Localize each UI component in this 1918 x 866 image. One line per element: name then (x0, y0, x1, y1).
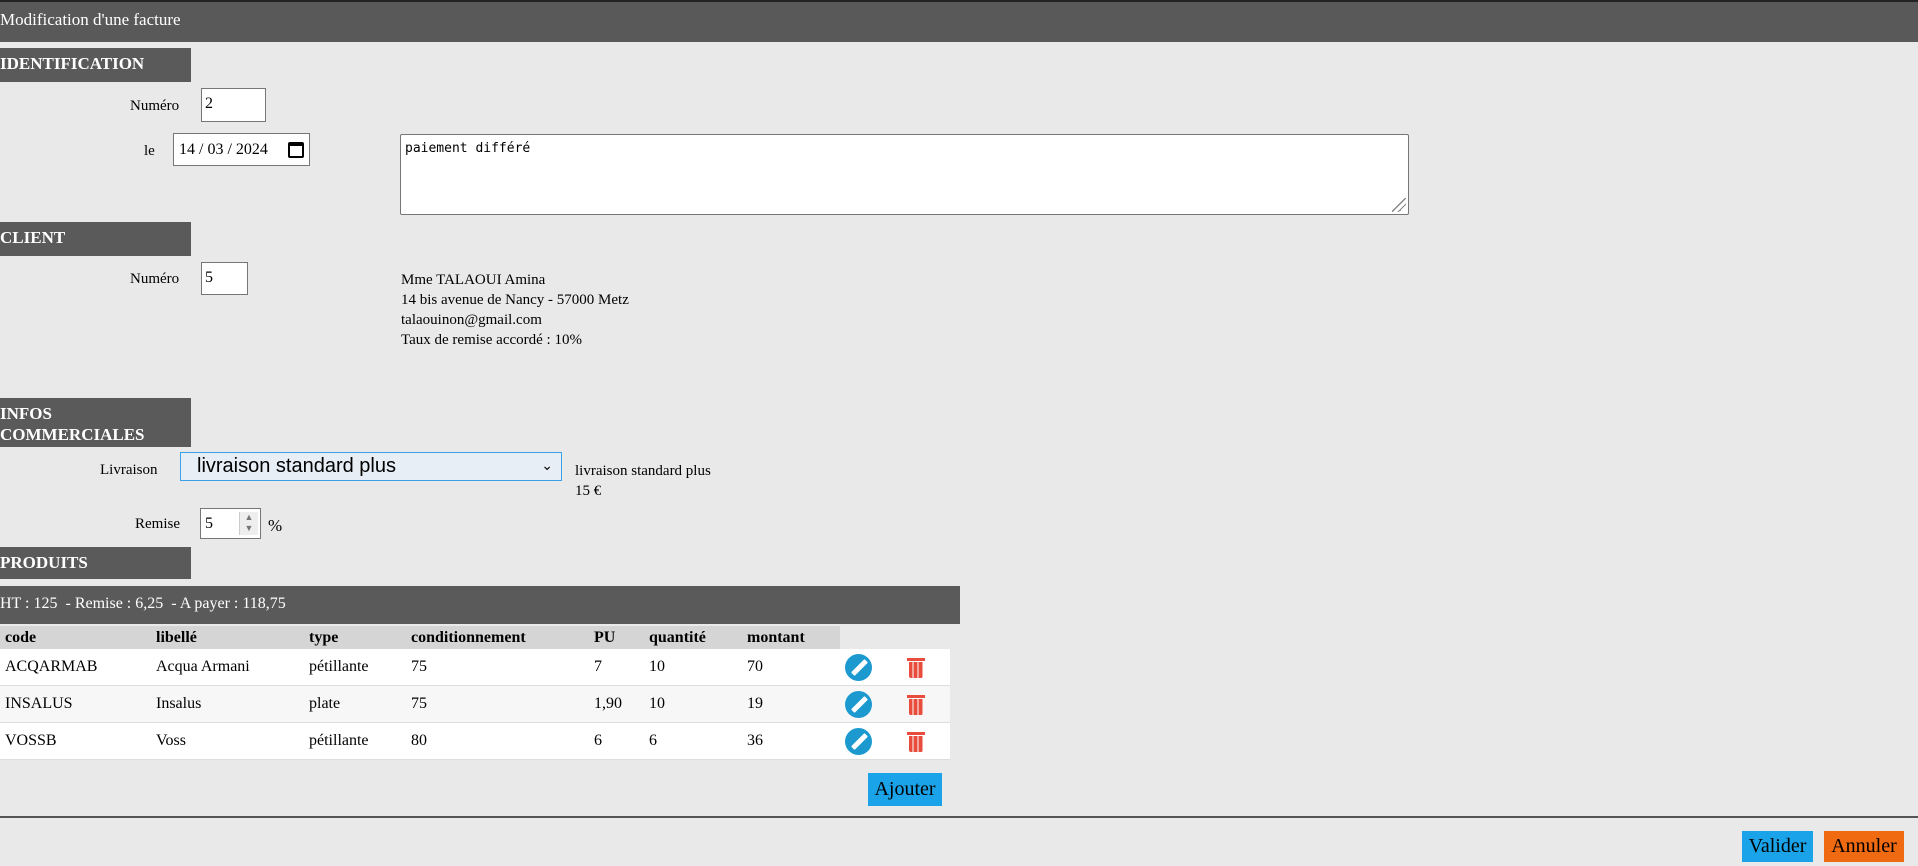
cell-packaging: 75 (406, 685, 589, 723)
table-row: INSALUS Insalus plate 75 1,90 10 19 (0, 685, 950, 723)
invoice-number-input[interactable]: 2 (201, 88, 266, 122)
column-header-edit (840, 626, 902, 649)
invoice-summary-bar: HT : 125 - Remise : 6,25 - A payer : 118… (0, 586, 960, 624)
section-header-identification: IDENTIFICATION (0, 48, 191, 82)
client-discount-rate: Taux de remise accordé : 10% (401, 332, 582, 348)
cell-packaging: 75 (406, 649, 589, 686)
trash-icon[interactable] (907, 729, 925, 753)
discount-input[interactable]: 5 ▲ ▼ (200, 508, 261, 539)
column-header-code: code (0, 626, 151, 649)
cell-type: pétillante (304, 649, 406, 686)
comment-textarea[interactable]: paiement différé (400, 134, 1409, 215)
column-header-label: libellé (151, 626, 304, 649)
cell-type: plate (304, 685, 406, 723)
pencil-icon[interactable] (845, 653, 872, 681)
page-title: Modification d'une facture (0, 10, 181, 29)
date-value: 14 / 03 / 2024 (179, 140, 268, 158)
calendar-icon[interactable] (288, 141, 304, 158)
column-header-type: type (304, 626, 406, 649)
spinner-arrows-icon[interactable]: ▲ ▼ (239, 512, 258, 535)
cell-edit (840, 685, 902, 723)
cell-quantity: 10 (644, 685, 742, 723)
cell-delete (902, 722, 950, 760)
section-header-client: CLIENT (0, 222, 191, 256)
cell-edit (840, 722, 902, 760)
cell-unit-price: 6 (589, 722, 644, 760)
cell-unit-price: 7 (589, 649, 644, 686)
title-bar: Modification d'une facture (0, 2, 1918, 42)
products-table: code libellé type conditionnement PU qua… (0, 626, 950, 760)
section-header-infos-commerciales: INFOS COMMERCIALES (0, 398, 191, 447)
client-name: Mme TALAOUI Amina (401, 272, 546, 288)
cell-amount: 70 (742, 649, 840, 686)
cell-unit-price: 1,90 (589, 685, 644, 723)
cell-label: Acqua Armani (151, 649, 304, 686)
client-number-input[interactable]: 5 (201, 262, 248, 295)
client-number-label: Numéro (130, 271, 180, 287)
column-header-quantity: quantité (644, 626, 742, 649)
cell-quantity: 6 (644, 722, 742, 760)
cell-amount: 36 (742, 722, 840, 760)
cell-quantity: 10 (644, 649, 742, 686)
cell-delete (902, 685, 950, 723)
column-header-delete (902, 626, 950, 649)
add-product-button[interactable]: Ajouter (868, 773, 942, 806)
cell-amount: 19 (742, 685, 840, 723)
table-row: VOSSB Voss pétillante 80 6 6 36 (0, 722, 950, 760)
cell-code: ACQARMAB (0, 649, 151, 686)
invoice-number-label: Numéro (130, 98, 180, 114)
comment-text: paiement différé (405, 141, 531, 156)
column-header-packaging: conditionnement (406, 626, 589, 649)
discount-label: Remise (135, 516, 180, 532)
client-address: 14 bis avenue de Nancy - 57000 Metz (401, 292, 629, 308)
client-details: Mme TALAOUI Amina 14 bis avenue de Nancy… (401, 270, 629, 350)
column-header-unit-price: PU (589, 626, 644, 649)
discount-unit: % (268, 516, 283, 535)
cell-label: Insalus (151, 685, 304, 723)
trash-icon[interactable] (907, 655, 925, 679)
date-input[interactable]: 14 / 03 / 2024 (173, 133, 310, 166)
client-email: talaouinon@gmail.com (401, 312, 542, 328)
chevron-down-icon: ⌄ (541, 457, 553, 473)
delivery-select[interactable]: livraison standard plus ⌄ (180, 452, 562, 481)
delivery-selected-value: livraison standard plus (197, 455, 396, 477)
delivery-description: livraison standard plus (575, 463, 711, 479)
trash-icon[interactable] (907, 692, 925, 716)
date-label: le (144, 143, 155, 159)
resize-handle-icon[interactable] (1392, 198, 1406, 212)
discount-value: 5 (205, 515, 213, 532)
cell-type: pétillante (304, 722, 406, 760)
delivery-label: Livraison (100, 462, 158, 478)
divider (0, 816, 1918, 818)
cell-delete (902, 649, 950, 686)
column-header-amount: montant (742, 626, 840, 649)
cell-code: VOSSB (0, 722, 151, 760)
table-header-row: code libellé type conditionnement PU qua… (0, 626, 950, 649)
validate-button[interactable]: Valider (1742, 831, 1813, 862)
invoice-summary: HT : 125 - Remise : 6,25 - A payer : 118… (0, 595, 286, 612)
cell-packaging: 80 (406, 722, 589, 760)
cell-label: Voss (151, 722, 304, 760)
section-header-produits: PRODUITS (0, 547, 191, 579)
cancel-button[interactable]: Annuler (1824, 831, 1904, 862)
cell-edit (840, 649, 902, 686)
cell-code: INSALUS (0, 685, 151, 723)
delivery-price: 15 € (575, 483, 602, 499)
delivery-info: livraison standard plus 15 € (575, 461, 711, 501)
table-row: ACQARMAB Acqua Armani pétillante 75 7 10… (0, 649, 950, 686)
pencil-icon[interactable] (845, 690, 872, 718)
pencil-icon[interactable] (845, 727, 872, 755)
